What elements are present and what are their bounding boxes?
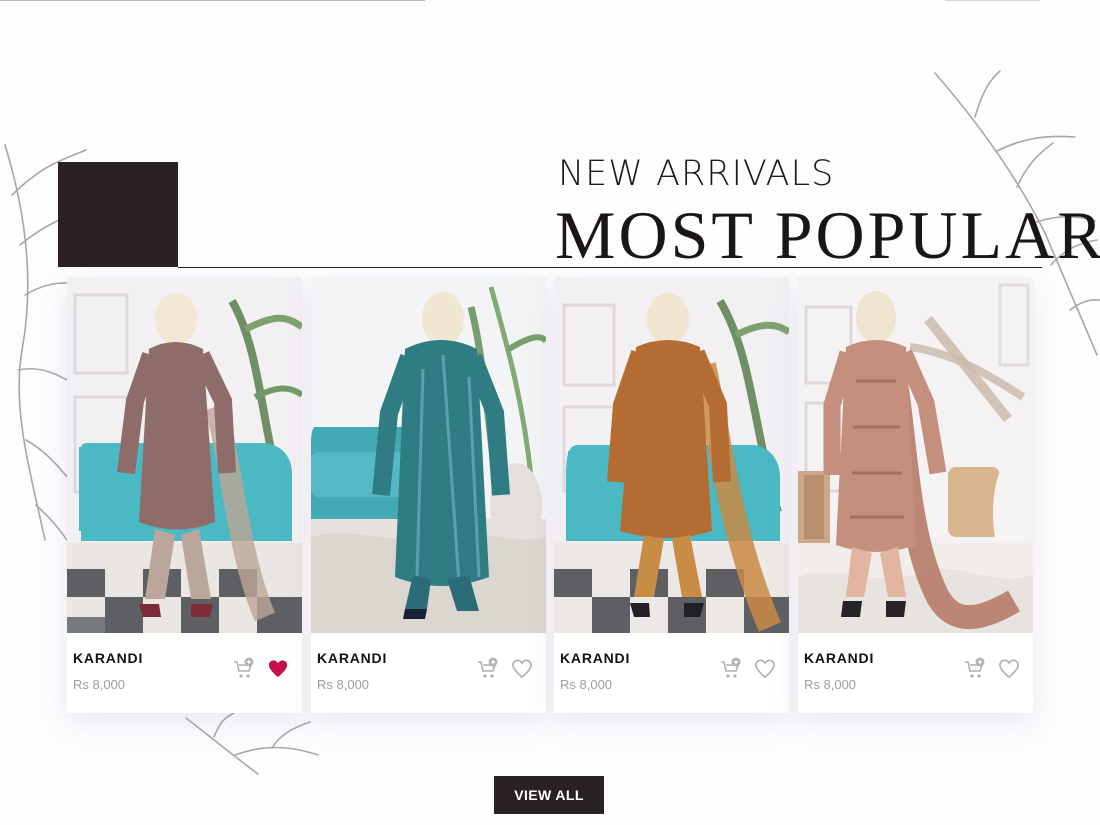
- top-divider-right: [945, 0, 1040, 1]
- product-name[interactable]: KARANDI: [804, 650, 874, 666]
- wishlist-button[interactable]: [267, 659, 289, 679]
- product-price: Rs 8,000: [73, 677, 126, 692]
- wishlist-button[interactable]: [998, 659, 1020, 679]
- cart-plus-icon: [234, 657, 254, 678]
- product-photo[interactable]: [798, 277, 1033, 633]
- cart-plus-icon: [721, 657, 741, 678]
- product-card[interactable]: KARANDI Rs 8,000: [798, 277, 1033, 713]
- wishlist-button[interactable]: [754, 659, 776, 679]
- heart-icon: [755, 659, 775, 679]
- wishlist-button[interactable]: [511, 659, 533, 679]
- add-to-cart-button[interactable]: [962, 657, 986, 681]
- product-card[interactable]: KARANDI Rs 8,000: [554, 277, 789, 713]
- add-to-cart-button[interactable]: [475, 657, 499, 681]
- product-name[interactable]: KARANDI: [317, 650, 387, 666]
- cart-plus-icon: [965, 657, 985, 678]
- product-photo[interactable]: [554, 277, 789, 633]
- heart-icon: [512, 659, 532, 679]
- bottom-branch-decoration: [185, 712, 319, 775]
- product-name[interactable]: KARANDI: [73, 650, 143, 666]
- view-all-button[interactable]: VIEW ALL: [494, 776, 604, 814]
- product-card[interactable]: KARANDI Rs 8,000: [67, 277, 302, 713]
- heart-icon: [268, 660, 288, 678]
- product-price: Rs 8,000: [317, 677, 370, 692]
- product-card[interactable]: KARANDI Rs 8,000: [311, 277, 546, 713]
- product-photo[interactable]: [67, 277, 302, 633]
- add-to-cart-button[interactable]: [718, 657, 742, 681]
- brand-block: [58, 162, 178, 267]
- product-price: Rs 8,000: [804, 677, 857, 692]
- section-subtitle: NEW ARRIVALS: [558, 154, 835, 194]
- add-to-cart-button[interactable]: [231, 657, 255, 681]
- top-divider: [0, 0, 425, 1]
- cart-plus-icon: [478, 657, 498, 678]
- product-name[interactable]: KARANDI: [560, 650, 630, 666]
- section-title: MOST POPULAR: [555, 197, 1100, 273]
- heart-icon: [999, 659, 1019, 679]
- product-photo[interactable]: [311, 277, 546, 633]
- product-grid: KARANDI Rs 8,000 KARANDI Rs 8,000 KARAND…: [67, 277, 1033, 713]
- product-price: Rs 8,000: [560, 677, 613, 692]
